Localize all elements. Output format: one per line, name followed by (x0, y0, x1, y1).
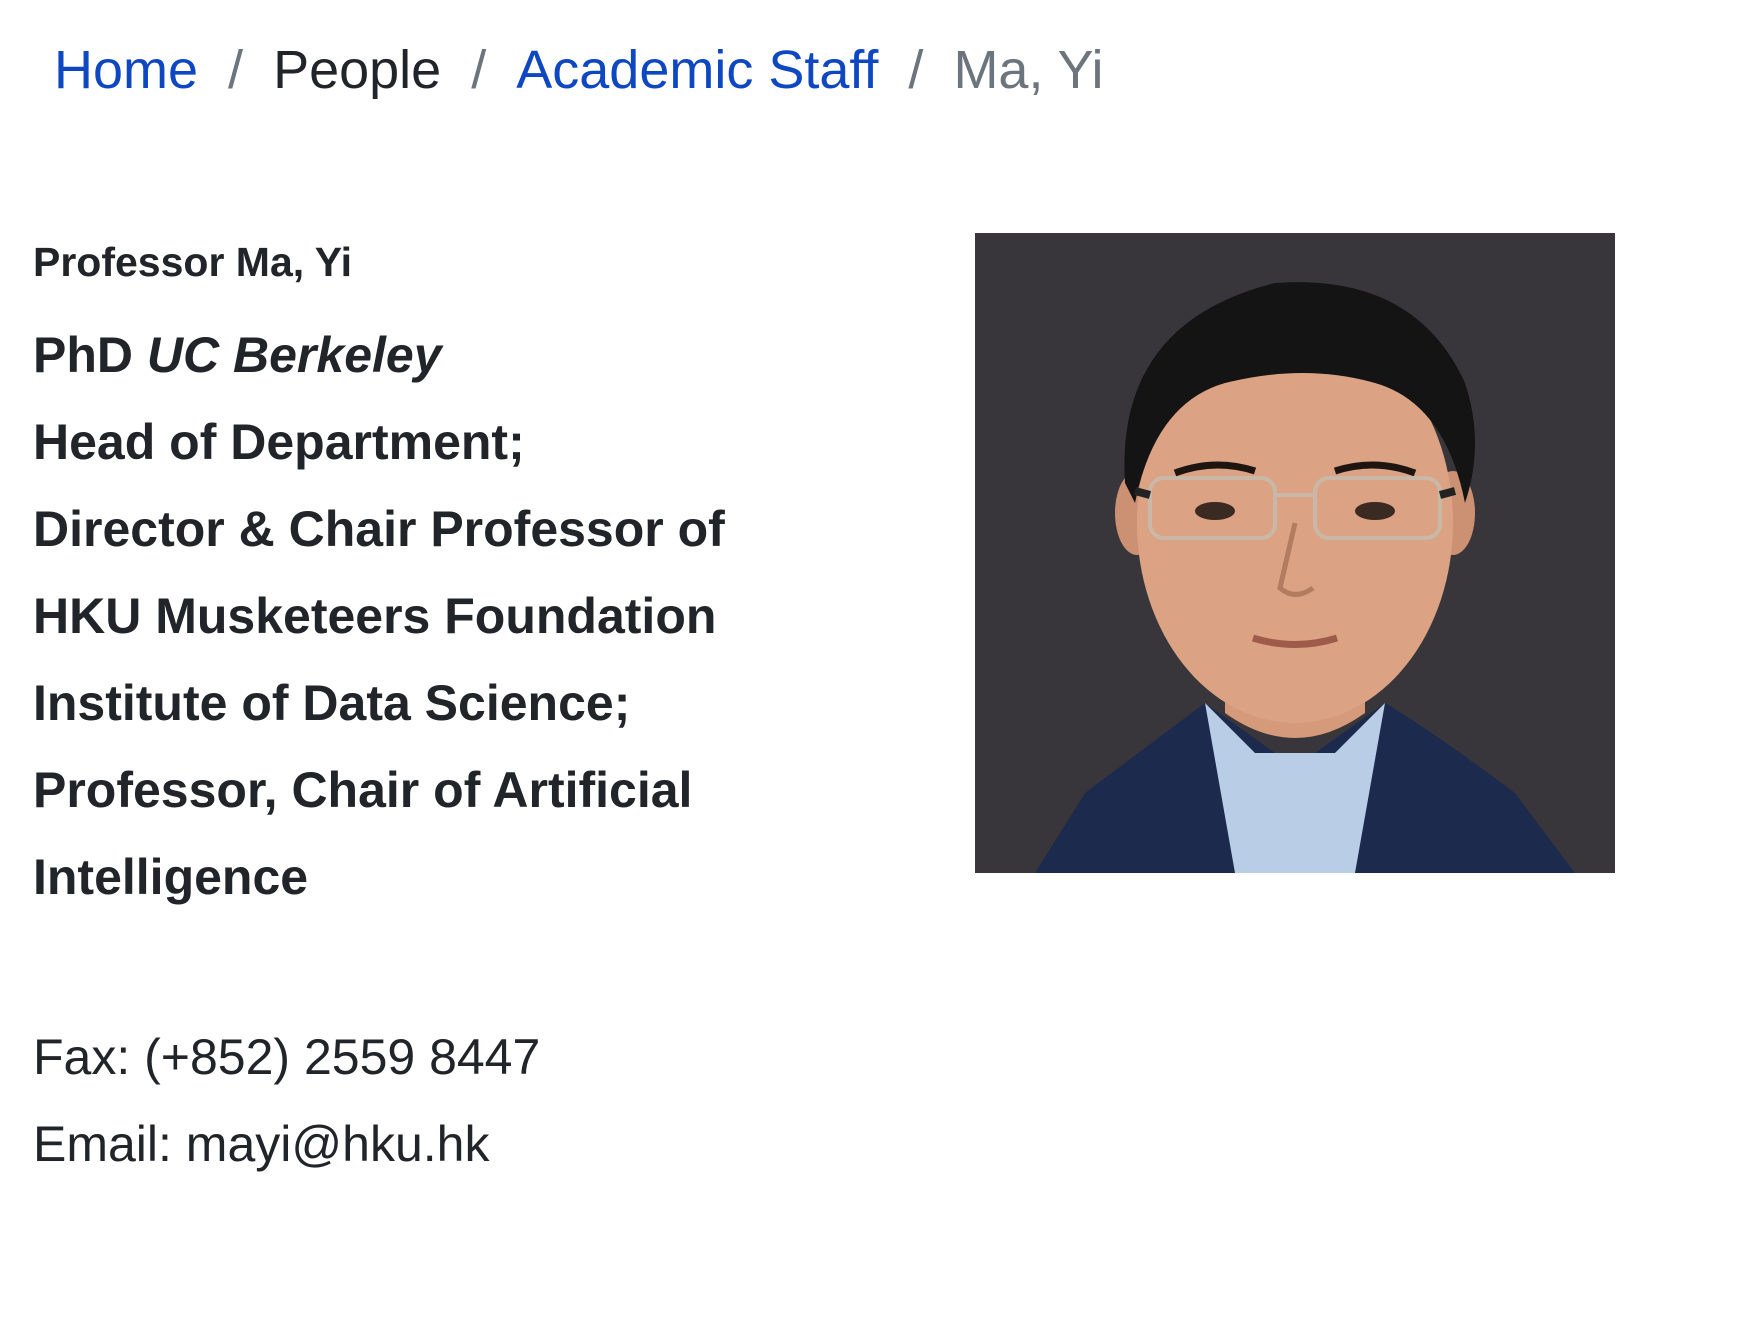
title-line: Head of Department; (33, 414, 525, 470)
breadcrumb-separator: / (908, 40, 924, 100)
profile-titles: PhD UC Berkeley Head of Department; Dire… (33, 312, 933, 921)
fax-number: Fax: (+852) 2559 8447 (33, 1029, 541, 1085)
breadcrumb-separator: / (471, 40, 487, 100)
title-line: Intelligence (33, 849, 309, 905)
breadcrumb-separator: / (228, 40, 244, 100)
profile-info: Professor Ma, Yi PhD UC Berkeley Head of… (33, 232, 933, 921)
breadcrumb-home-link[interactable]: Home (54, 39, 198, 101)
profile-name: Professor Ma, Yi (33, 239, 353, 285)
degree-prefix: PhD (33, 327, 147, 383)
breadcrumb: Home / People / Academic Staff / Ma, Yi (54, 30, 1104, 110)
email-address[interactable]: Email: mayi@hku.hk (33, 1101, 540, 1188)
title-line: Professor, Chair of Artificial (33, 762, 693, 818)
title-line: HKU Musketeers Foundation (33, 588, 717, 644)
degree-line: PhD UC Berkeley (33, 312, 933, 399)
breadcrumb-academic-staff-link[interactable]: Academic Staff (516, 39, 878, 101)
portrait-illustration (975, 233, 1615, 873)
title-line: Director & Chair Professor of (33, 501, 725, 557)
breadcrumb-current: Ma, Yi (953, 40, 1104, 100)
contact-info: Fax: (+852) 2559 8447 Email: mayi@hku.hk (33, 1014, 540, 1188)
profile-photo (975, 233, 1615, 873)
breadcrumb-people: People (273, 40, 442, 100)
degree-school: UC Berkeley (146, 327, 442, 383)
title-line: Institute of Data Science; (33, 675, 631, 731)
